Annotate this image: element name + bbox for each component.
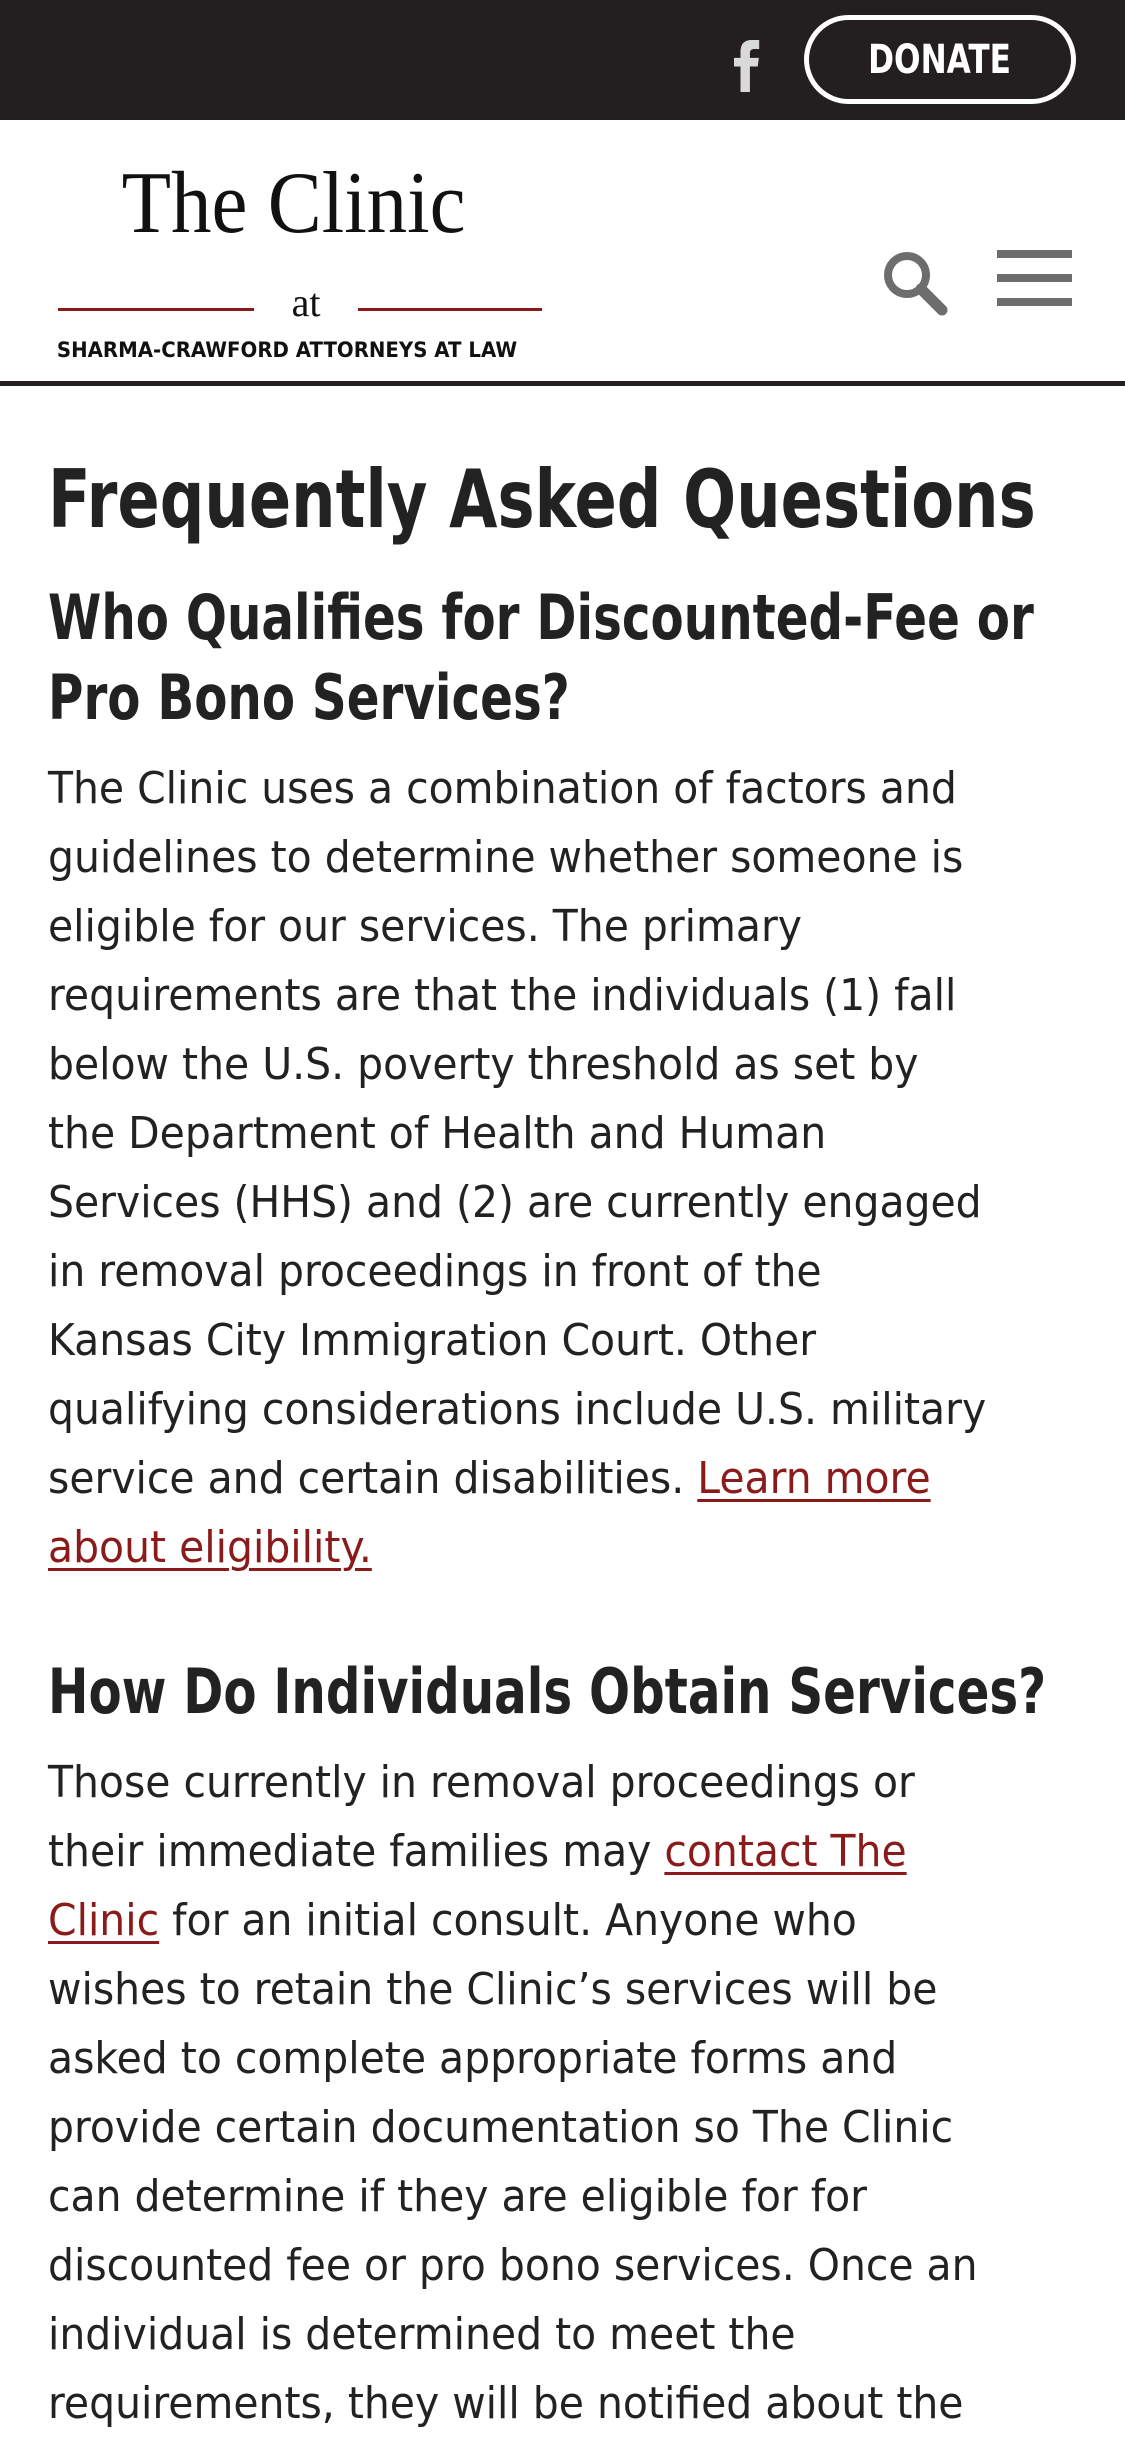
site-header: The Clinic at SHARMA-CRAWFORD ATTORNEYS … bbox=[0, 120, 1125, 386]
learn-more-eligibility-link[interactable]: Learn more bbox=[697, 1453, 930, 1504]
top-bar: DONATE bbox=[0, 0, 1125, 120]
body-line: Services (HHS) and (2) are currently eng… bbox=[48, 1177, 982, 1228]
body-line: below the U.S. poverty threshold as set … bbox=[48, 1039, 919, 1090]
body-line-text: service and certain disabilities. bbox=[48, 1453, 698, 1504]
body-line: individual is determined to meet the bbox=[48, 2309, 796, 2360]
site-logo[interactable]: The Clinic at SHARMA-CRAWFORD ATTORNEYS … bbox=[52, 155, 552, 362]
body-line: Kansas City Immigration Court. Other bbox=[48, 1315, 817, 1366]
logo-title: The Clinic bbox=[121, 155, 466, 252]
main-content: Frequently Asked Questions Who Qualifies… bbox=[48, 440, 1088, 2438]
donate-button[interactable]: DONATE bbox=[804, 15, 1076, 104]
body-line: Those currently in removal proceedings o… bbox=[48, 1757, 915, 1808]
donate-button-label: DONATE bbox=[868, 36, 1012, 83]
body-line-text: for an initial consult. Anyone who bbox=[159, 1895, 857, 1946]
body-line: guidelines to determine whether someone … bbox=[48, 832, 964, 883]
logo-at: at bbox=[291, 280, 321, 325]
body-line: wishes to retain the Clinic’s services w… bbox=[48, 1964, 938, 2015]
logo-rule-right bbox=[358, 308, 542, 311]
body-line: The Clinic uses a combination of factors… bbox=[48, 763, 957, 814]
hamburger-menu-icon[interactable] bbox=[997, 248, 1072, 308]
body-line: their immediate families may contact The bbox=[48, 1817, 1015, 1886]
body-line: requirements, they will be notified abou… bbox=[48, 2378, 964, 2429]
body-line: the Department of Health and Human bbox=[48, 1108, 827, 1159]
body-line: about eligibility. bbox=[48, 1513, 1015, 1582]
section-heading: Who Qualifies for Discounted-Fee or Pro … bbox=[48, 578, 1101, 738]
body-line: service and certain disabilities. Learn … bbox=[48, 1444, 1015, 1513]
body-line: eligible for our services. The primary bbox=[48, 901, 803, 952]
body-line: Clinic for an initial consult. Anyone wh… bbox=[48, 1886, 1015, 1955]
body-line: asked to complete appropriate forms and bbox=[48, 2033, 898, 2084]
section-heading-line: Pro Bono Services? bbox=[48, 661, 570, 734]
section-heading: How Do Individuals Obtain Services? bbox=[48, 1655, 1047, 1728]
page-title: Frequently Asked Questions bbox=[48, 453, 1036, 546]
logo-subtitle: SHARMA-CRAWFORD ATTORNEYS AT LAW bbox=[56, 338, 518, 362]
body-line: can determine if they are eligible for f… bbox=[48, 2171, 868, 2222]
section-body: Those currently in removal proceedings o… bbox=[48, 1748, 1088, 2438]
learn-more-eligibility-link-cont[interactable]: about eligibility. bbox=[48, 1522, 372, 1573]
body-line: provide certain documentation so The Cli… bbox=[48, 2102, 954, 2153]
logo-rule-left bbox=[58, 308, 254, 311]
body-line-text: their immediate families may bbox=[48, 1826, 665, 1877]
contact-clinic-link[interactable]: contact The bbox=[664, 1826, 906, 1877]
body-line: in removal proceedings in front of the bbox=[48, 1246, 822, 1297]
body-line: qualifying considerations include U.S. m… bbox=[48, 1384, 987, 1435]
body-line: requirements are that the individuals (1… bbox=[48, 970, 957, 1021]
search-icon[interactable] bbox=[880, 248, 950, 318]
contact-clinic-link-cont[interactable]: Clinic bbox=[48, 1895, 159, 1946]
section-heading-line: Who Qualifies for Discounted-Fee or bbox=[48, 581, 1034, 654]
facebook-icon[interactable] bbox=[727, 40, 767, 92]
section-body: The Clinic uses a combination of factors… bbox=[48, 754, 1088, 1582]
body-line: discounted fee or pro bono services. Onc… bbox=[48, 2240, 978, 2291]
